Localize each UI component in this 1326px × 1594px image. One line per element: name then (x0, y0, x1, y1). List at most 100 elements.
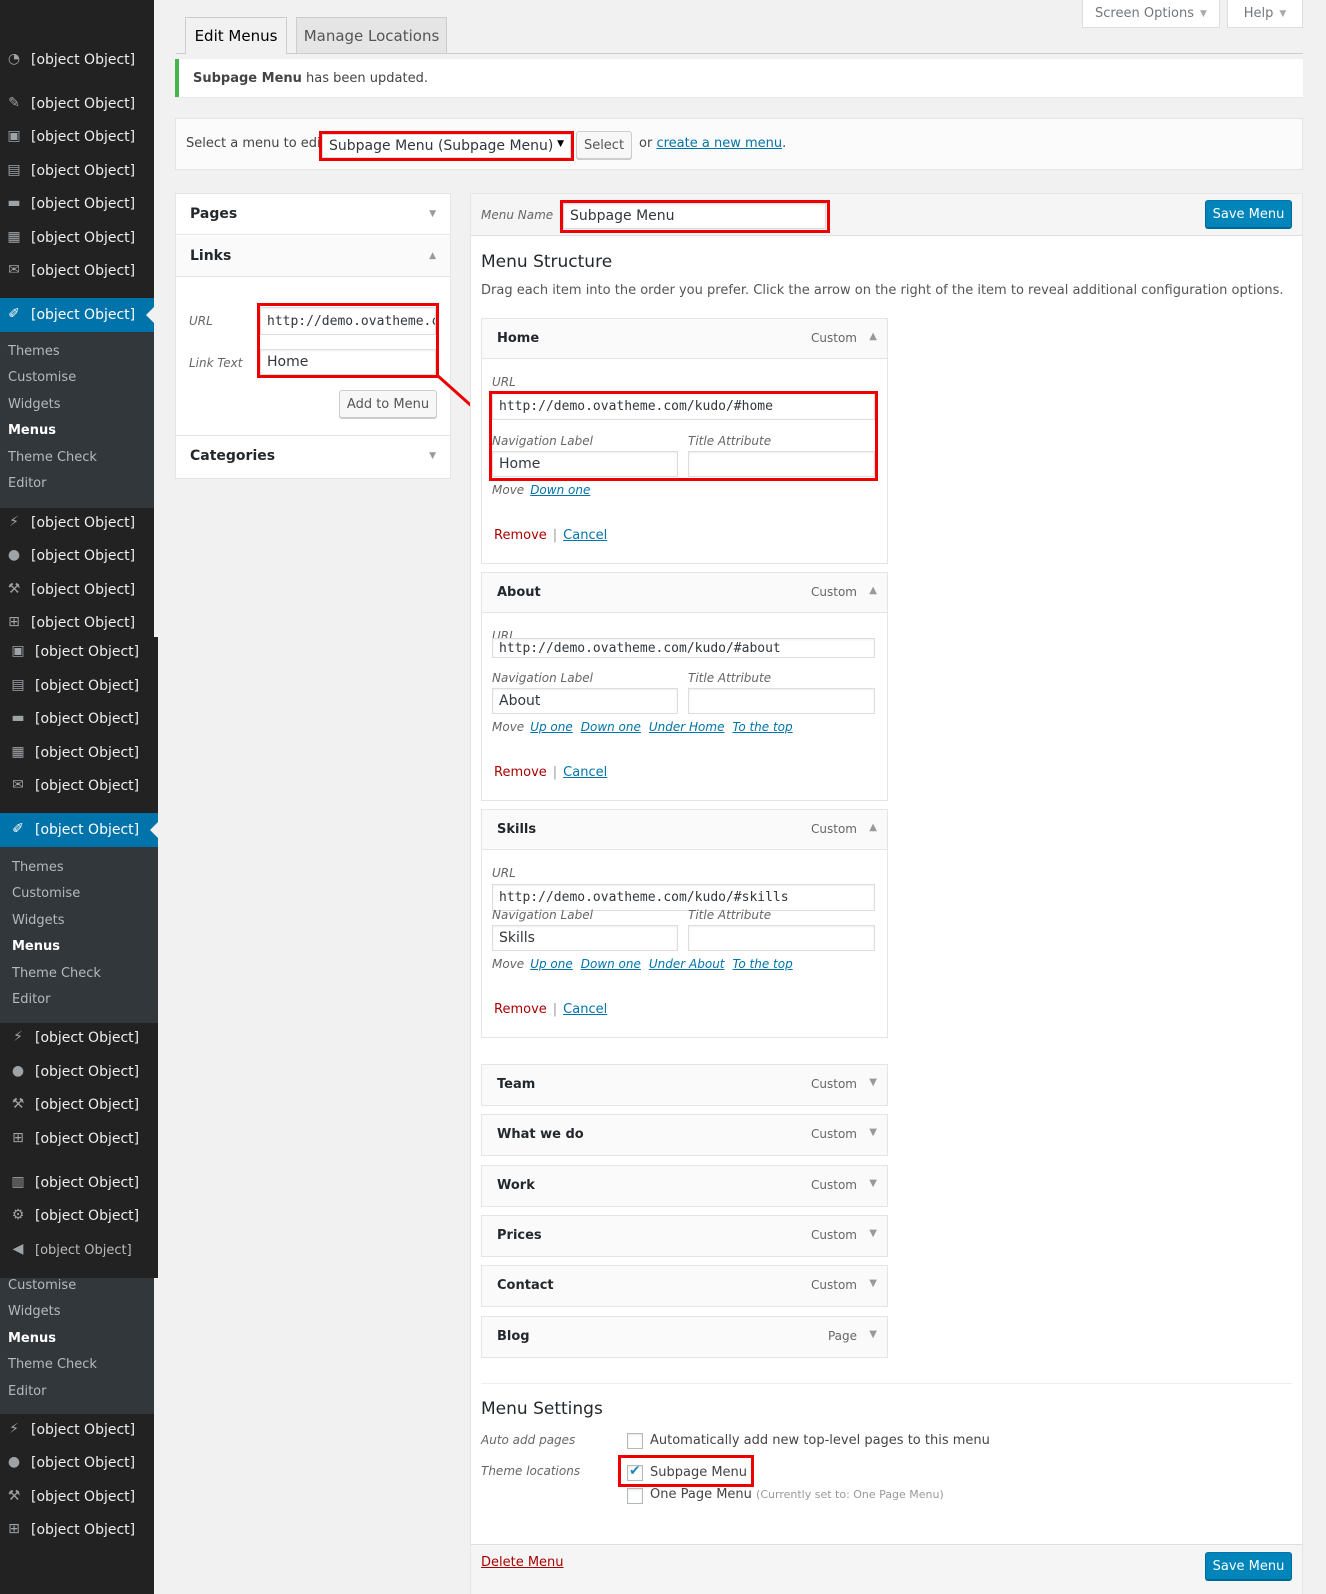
remove-link[interactable]: Remove (494, 528, 547, 543)
menu-item-handle[interactable]: About Custom ▲ (482, 573, 887, 613)
submenu-item-widgets[interactable]: Widgets (8, 392, 61, 418)
sidebar-item-tools[interactable]: ⚒ [object Object] (0, 1480, 154, 1514)
move-up-one-link[interactable]: Up one (530, 957, 573, 971)
sidebar-item-dashboard[interactable]: ◔ [object Object] (0, 43, 154, 77)
move-up-one-link[interactable]: Up one (530, 720, 573, 734)
submenu-item-widgets[interactable]: Widgets (8, 1299, 61, 1325)
sidebar-item-work[interactable]: ▦ [object Object] (0, 221, 154, 255)
menu-item-blog[interactable]: Blog Page ▼ (481, 1316, 888, 1358)
submenu-item-themes[interactable]: Themes (8, 339, 60, 365)
title-attribute-input[interactable] (688, 451, 875, 477)
add-to-menu-button[interactable]: Add to Menu (339, 390, 437, 418)
submenu-item-customise[interactable]: Customise (12, 881, 80, 907)
accordion-categories[interactable]: Categories ▼ (176, 435, 450, 478)
menu-item-contact[interactable]: Contact Custom ▼ (481, 1265, 888, 1307)
move-down-one-link[interactable]: Down one (581, 957, 641, 971)
move-to-the-top-link[interactable]: To the top (733, 957, 793, 971)
remove-link[interactable]: Remove (494, 1002, 547, 1017)
sidebar-item-appearance[interactable]: ✐ [object Object] (0, 813, 158, 847)
menu-item-url-input[interactable]: http://demo.ovatheme.com/kudo/#home (492, 393, 875, 420)
sidebar-item-theme-options[interactable]: ⚙ [object Object] (0, 1199, 158, 1233)
auto-add-checkbox[interactable] (627, 1433, 643, 1449)
chevron-up-icon[interactable]: ▲ (869, 822, 877, 833)
sidebar-item-settings[interactable]: ⊞ [object Object] (0, 606, 154, 640)
menu-select-dropdown[interactable]: Subpage Menu (Subpage Menu) ▼ (322, 134, 571, 158)
submenu-item-menus[interactable]: Menus (12, 934, 60, 960)
menu-item-prices[interactable]: Prices Custom ▼ (481, 1215, 888, 1257)
submenu-item-editor[interactable]: Editor (8, 471, 46, 497)
sidebar-item-contact[interactable]: ✉ [object Object] (0, 769, 158, 803)
accordion-pages[interactable]: Pages ▼ (176, 194, 450, 235)
chevron-up-icon[interactable]: ▲ (869, 585, 877, 596)
sidebar-item-duplicator[interactable]: ▥ [object Object] (0, 1166, 158, 1200)
submenu-item-theme-check[interactable]: Theme Check (8, 445, 97, 471)
submenu-item-widgets[interactable]: Widgets (12, 908, 65, 934)
sidebar-item-users[interactable]: ● [object Object] (0, 1446, 154, 1480)
sidebar-item-tools[interactable]: ⚒ [object Object] (0, 1088, 158, 1122)
menu-item-handle[interactable]: Home Custom ▲ (482, 319, 887, 359)
sidebar-item-settings[interactable]: ⊞ [object Object] (0, 1122, 158, 1156)
chevron-down-icon[interactable]: ▼ (869, 1278, 877, 1289)
menu-item-handle[interactable]: Skills Custom ▲ (482, 810, 887, 850)
sidebar-item-pages[interactable]: ▤ [object Object] (0, 154, 154, 188)
sidebar-item-media[interactable]: ▣ [object Object] (0, 120, 154, 154)
chevron-down-icon[interactable]: ▼ (869, 1228, 877, 1239)
navigation-label-input[interactable]: About (492, 688, 678, 714)
chevron-up-icon[interactable]: ▲ (869, 331, 877, 342)
select-button[interactable]: Select (576, 131, 632, 159)
chevron-down-icon[interactable]: ▼ (869, 1127, 877, 1138)
location-subpage-checkbox[interactable]: ✔ (627, 1463, 643, 1481)
menu-item-work[interactable]: Work Custom ▼ (481, 1165, 888, 1207)
sidebar-item-appearance[interactable]: ✐ [object Object] (0, 298, 154, 332)
title-attribute-input[interactable] (688, 925, 875, 951)
save-menu-button[interactable]: Save Menu (1205, 200, 1292, 228)
sidebar-item-work[interactable]: ▦ [object Object] (0, 736, 158, 770)
submenu-item-theme-check[interactable]: Theme Check (12, 961, 101, 987)
navigation-label-input[interactable]: Skills (492, 925, 678, 951)
sidebar-item-plugins[interactable]: ⚡ [object Object] (0, 506, 154, 540)
menu-item-team[interactable]: Team Custom ▼ (481, 1064, 888, 1106)
sidebar-item-collapse-menu[interactable]: ◀ [object Object] (0, 1233, 158, 1267)
submenu-item-themes[interactable]: Themes (12, 855, 64, 881)
cancel-link[interactable]: Cancel (563, 1002, 607, 1017)
cancel-link[interactable]: Cancel (563, 765, 607, 780)
sidebar-item-media[interactable]: ▣ [object Object] (0, 637, 158, 669)
sidebar-item-users[interactable]: ● [object Object] (0, 1055, 158, 1089)
submenu-item-customise[interactable]: Customise (8, 1278, 76, 1299)
move-to-the-top-link[interactable]: To the top (732, 720, 792, 734)
title-attribute-input[interactable] (688, 688, 875, 714)
sidebar-item-comments[interactable]: ▬ [object Object] (0, 702, 158, 736)
submenu-item-menus[interactable]: Menus (8, 1326, 56, 1352)
sidebar-item-settings[interactable]: ⊞ [object Object] (0, 1513, 154, 1547)
screen-options-button[interactable]: Screen Options ▼ (1082, 0, 1220, 28)
chevron-down-icon[interactable]: ▼ (869, 1077, 877, 1088)
move-down-one-link[interactable]: Down one (530, 483, 590, 497)
sidebar-item-tools[interactable]: ⚒ [object Object] (0, 573, 154, 607)
menu-name-input[interactable]: Subpage Menu (563, 203, 826, 229)
sidebar-item-users[interactable]: ● [object Object] (0, 539, 154, 573)
create-new-menu-link[interactable]: create a new menu (656, 136, 782, 151)
submenu-item-customise[interactable]: Customise (8, 365, 76, 391)
cancel-link[interactable]: Cancel (563, 528, 607, 543)
submenu-item-editor[interactable]: Editor (12, 987, 50, 1013)
chevron-down-icon[interactable]: ▼ (869, 1329, 877, 1340)
sidebar-item-comments[interactable]: ▬ [object Object] (0, 187, 154, 221)
location-onepage-checkbox[interactable] (627, 1488, 643, 1504)
submenu-item-editor[interactable]: Editor (8, 1379, 46, 1405)
sidebar-item-plugins[interactable]: ⚡ [object Object] (0, 1413, 154, 1447)
sidebar-item-plugins[interactable]: ⚡ [object Object] (0, 1021, 158, 1055)
submenu-item-menus[interactable]: Menus (8, 418, 56, 444)
accordion-links[interactable]: Links ▲ (176, 236, 450, 277)
submenu-item-theme-check[interactable]: Theme Check (8, 1352, 97, 1378)
menu-item-url-input[interactable]: http://demo.ovatheme.com/kudo/#skills (492, 884, 875, 911)
tab-manage-locations[interactable]: Manage Locations (296, 17, 447, 53)
help-button[interactable]: Help ▼ (1227, 0, 1303, 28)
menu-item-url-input[interactable]: http://demo.ovatheme.com/kudo/#about (492, 638, 875, 658)
move-down-one-link[interactable]: Down one (581, 720, 641, 734)
move-under-about-link[interactable]: Under About (649, 957, 725, 971)
move-under-home-link[interactable]: Under Home (649, 720, 725, 734)
tab-edit-menus[interactable]: Edit Menus (185, 17, 287, 54)
delete-menu-link[interactable]: Delete Menu (481, 1555, 564, 1570)
navigation-label-input[interactable]: Home (492, 451, 678, 477)
save-menu-button-bottom[interactable]: Save Menu (1205, 1552, 1292, 1580)
